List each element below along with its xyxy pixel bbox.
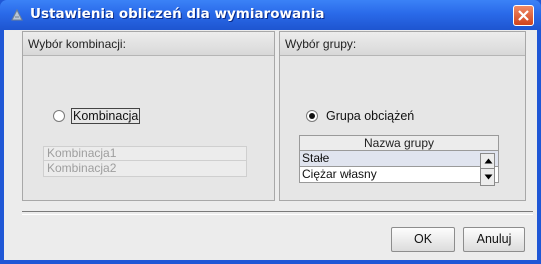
window-title: Ustawienia obliczeń dla wymiarowania [30,6,325,22]
combination-radio-button[interactable] [53,110,65,122]
load-group-radio-label: Grupa obciążeń [326,109,415,123]
scroll-down-button[interactable] [480,169,495,186]
combination-radio[interactable]: Kombinacja [53,108,141,124]
group-table: Nazwa grupy Stałe Ciężar własny [299,135,499,183]
arrow-up-icon [484,158,493,164]
combination-panel: Wybór kombinacji: Kombinacja Kombinacja1… [22,31,275,201]
combination-radio-label: Kombinacja [70,108,141,124]
close-button[interactable] [513,5,534,26]
cancel-button[interactable]: Anuluj [463,227,525,252]
dialog-window: Ustawienia obliczeń dla wymiarowania Wyb… [0,0,541,264]
group-panel-title: Wybór grupy: [285,37,357,51]
load-group-radio[interactable]: Grupa obciążeń [306,109,415,123]
title-bar[interactable]: Ustawienia obliczeń dla wymiarowania [0,0,541,30]
table-scrollbar[interactable] [480,153,495,186]
arrow-down-icon [484,174,493,180]
close-icon [518,10,529,21]
table-row[interactable]: Stałe [299,151,499,167]
ok-button[interactable]: OK [391,227,455,252]
group-panel: Wybór grupy: Grupa obciążeń Nazwa grupy … [279,31,526,201]
table-row[interactable]: Ciężar własny [299,167,499,183]
list-item[interactable]: Kombinacja2 [43,161,247,177]
group-name-column-header[interactable]: Nazwa grupy [299,135,499,151]
separator [22,211,533,215]
scroll-up-button[interactable] [480,153,495,169]
combination-panel-title: Wybór kombinacji: [28,37,126,51]
list-item[interactable]: Kombinacja1 [43,146,247,161]
load-group-radio-button[interactable] [306,110,318,122]
combination-panel-header: Wybór kombinacji: [23,32,274,56]
group-panel-header: Wybór grupy: [280,32,525,56]
combination-list[interactable]: Kombinacja1 Kombinacja2 [43,146,247,177]
app-icon [9,7,25,23]
